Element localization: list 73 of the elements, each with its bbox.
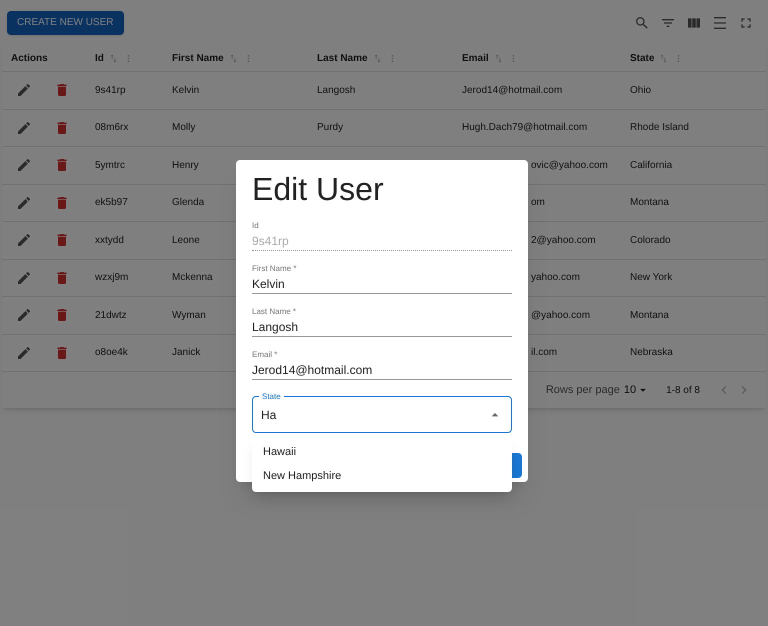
density-icon[interactable] <box>712 14 728 30</box>
table-cell: Glenda <box>172 197 204 208</box>
dialog-title: Edit User <box>252 170 385 208</box>
field-value: 9s41rp <box>252 233 290 250</box>
table-cell: wzxj9m <box>95 272 128 284</box>
table-cell: Rhode Island <box>630 122 689 134</box>
column-header: State <box>630 52 654 66</box>
search-icon[interactable] <box>634 14 650 30</box>
table-cell: Purdy <box>317 122 344 134</box>
sort-icon[interactable] <box>492 52 504 64</box>
field-label: Last Name * <box>252 306 298 318</box>
edit-icon[interactable] <box>16 120 32 136</box>
field-value: Langosh <box>252 319 300 336</box>
table-cell: Henry <box>172 160 199 171</box>
page-range: 1-8 of 8 <box>666 384 700 398</box>
sort-icon[interactable] <box>372 52 383 64</box>
table-cell: il.com <box>531 347 558 358</box>
table-cell: ovic@yahoo.com <box>531 160 608 171</box>
table-cell: Molly <box>172 122 196 134</box>
text-field[interactable]: First Name * Kelvin <box>252 263 512 294</box>
table-cell: xxtydd <box>95 234 124 246</box>
text-field[interactable]: Id 9s41rp <box>252 220 512 251</box>
field-label: Email * <box>252 349 278 361</box>
column-header: Actions <box>11 52 48 66</box>
menu-option[interactable]: Hawaii <box>252 440 512 464</box>
edit-icon[interactable] <box>16 307 32 324</box>
table-cell: 9s41rp <box>95 84 126 96</box>
edit-icon[interactable] <box>16 344 32 361</box>
menu-option[interactable]: New Hampshire <box>252 464 512 488</box>
table-cell: Ohio <box>630 84 652 96</box>
sort-icon[interactable] <box>108 52 119 64</box>
table-cell: California <box>630 160 672 171</box>
rows-per-page-select[interactable]: 10 <box>624 382 650 398</box>
rows-per-page-label: Rows per page <box>546 382 620 398</box>
sort-icon[interactable] <box>228 52 239 64</box>
edit-icon[interactable] <box>16 157 32 174</box>
table-cell: Jerod14@hotmail.com <box>462 84 562 96</box>
table-cell: Wyman <box>172 310 206 321</box>
edit-icon[interactable] <box>16 194 32 211</box>
table-cell: Nebraska <box>630 347 673 358</box>
column-header: Id <box>95 52 104 66</box>
table-cell: 21dwtz <box>95 310 127 321</box>
column-header: Email <box>462 52 489 66</box>
edit-icon[interactable] <box>16 232 32 248</box>
text-field[interactable]: Email * Jerod14@hotmail.com <box>252 349 512 380</box>
field-label: First Name * <box>252 263 298 275</box>
table-cell: Janick <box>172 347 200 358</box>
table-cell: yahoo.com <box>531 272 580 284</box>
table-cell: 08m6rx <box>95 122 128 134</box>
table-cell: ek5b97 <box>95 197 128 208</box>
table-cell: New York <box>630 272 672 284</box>
text-field[interactable]: Last Name * Langosh <box>252 306 512 337</box>
field-value: Ha <box>261 406 276 424</box>
field-label: Id <box>252 220 260 232</box>
table-cell: Montana <box>630 310 669 321</box>
column-header: Last Name <box>317 52 368 66</box>
table-cell: 5ymtrc <box>95 160 125 171</box>
table-cell: Colorado <box>630 234 671 246</box>
edit-icon[interactable] <box>16 82 32 98</box>
field-value: Jerod14@hotmail.com <box>252 362 374 379</box>
edit-icon[interactable] <box>16 270 32 286</box>
table-cell: Montana <box>630 197 669 208</box>
table-cell: Mckenna <box>172 272 213 284</box>
table-cell: Langosh <box>317 84 356 96</box>
table-cell: Hugh.Dach79@hotmail.com <box>462 122 588 134</box>
table-cell: @yahoo.com <box>531 310 590 321</box>
table-cell: Leone <box>172 234 200 246</box>
table-cell: Kelvin <box>172 84 200 96</box>
table-cell: 2@yahoo.com <box>531 234 596 246</box>
table-cell: om <box>531 197 545 208</box>
table-cell: o8oe4k <box>95 347 128 358</box>
field-value: Kelvin <box>252 276 286 293</box>
column-header: First Name <box>172 52 224 66</box>
